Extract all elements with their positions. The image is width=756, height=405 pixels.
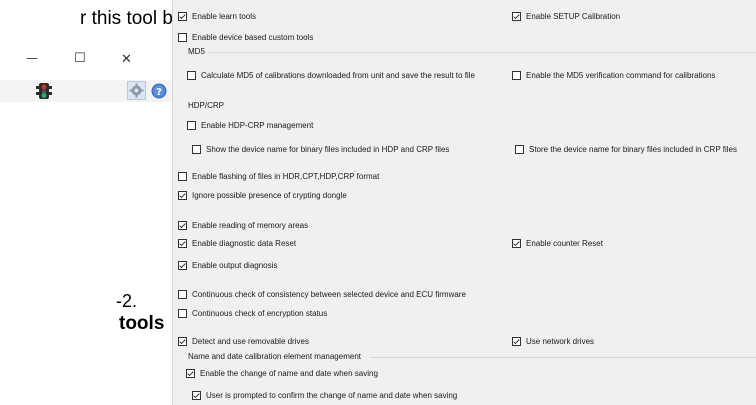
option-label: Ignore possible presence of crypting don…	[192, 190, 347, 200]
show-device-name-checkbox[interactable]	[192, 144, 201, 154]
user-prompted-checkbox[interactable]	[192, 390, 201, 400]
enable-output-diag-checkbox[interactable]	[178, 260, 187, 270]
document-text-line-3: tools	[119, 313, 165, 334]
svg-text:?: ?	[156, 87, 162, 98]
option-label: Show the device name for binary files in…	[206, 144, 450, 154]
option-enable-diag-reset[interactable]: Enable diagnostic data Reset	[178, 237, 296, 249]
option-label: Enable device based custom tools	[192, 32, 314, 42]
document-text-line-2: -2.	[116, 291, 138, 311]
calc-md5-checkbox[interactable]	[187, 70, 196, 80]
maximize-button[interactable]: ☐	[74, 51, 86, 66]
option-label: Use network drives	[526, 336, 595, 346]
group-label-md5: MD5	[188, 47, 205, 56]
option-show-device-name[interactable]: Show the device name for binary files in…	[192, 143, 449, 155]
enable-learn-tools-checkbox[interactable]	[178, 11, 187, 21]
option-label: Enable the change of name and date when …	[200, 368, 378, 378]
option-label: Calculate MD5 of calibrations downloaded…	[201, 70, 475, 80]
option-enable-hdp-crp[interactable]: Enable HDP-CRP management	[187, 119, 313, 131]
option-label: Enable HDP-CRP management	[201, 120, 314, 130]
detect-removable-checkbox[interactable]	[178, 336, 187, 346]
option-label: Detect and use removable drives	[192, 336, 309, 346]
minimize-button[interactable]: —	[26, 51, 38, 65]
option-continuous-consistency[interactable]: Continuous check of consistency between …	[178, 288, 466, 300]
option-label: Enable reading of memory areas	[192, 220, 309, 230]
option-enable-change-name-date[interactable]: Enable the change of name and date when …	[186, 367, 378, 379]
option-store-device-name[interactable]: Store the device name for binary files i…	[515, 143, 737, 155]
close-button[interactable]: ✕	[121, 52, 132, 67]
continuous-encryption-checkbox[interactable]	[178, 308, 187, 318]
option-continuous-encryption[interactable]: Continuous check of encryption status	[178, 307, 327, 319]
document-text-line-1: r this tool by	[80, 8, 183, 29]
ignore-dongle-checkbox[interactable]	[178, 190, 187, 200]
group-label-name-date: Name and date calibration element manage…	[188, 352, 361, 361]
option-md5-verification[interactable]: Enable the MD5 verification command for …	[512, 69, 715, 81]
settings-panel: Enable learn tools Enable SETUP Calibrat…	[172, 0, 756, 405]
md5-verification-checkbox[interactable]	[512, 70, 521, 80]
option-enable-output-diag[interactable]: Enable output diagnosis	[178, 259, 277, 271]
option-enable-device-custom-tools[interactable]: Enable device based custom tools	[178, 31, 313, 43]
enable-counter-reset-checkbox[interactable]	[512, 238, 521, 248]
enable-device-custom-tools-checkbox[interactable]	[178, 32, 187, 42]
help-icon[interactable]: ?	[151, 83, 167, 99]
store-device-name-checkbox[interactable]	[515, 144, 524, 154]
option-label: Continuous check of consistency between …	[192, 289, 466, 299]
option-label: Continuous check of encryption status	[192, 308, 328, 318]
option-label: Enable SETUP Calibration	[526, 11, 621, 21]
enable-setup-calibration-checkbox[interactable]	[512, 11, 521, 21]
group-label-hdp-crp: HDP/CRP	[188, 101, 225, 110]
option-label: Enable counter Reset	[526, 238, 603, 248]
option-enable-counter-reset[interactable]: Enable counter Reset	[512, 237, 603, 249]
group-divider	[370, 357, 756, 358]
gear-icon	[129, 83, 144, 98]
background-document: r this tool by — ☐ ✕ ? -2. tools	[0, 0, 182, 405]
continuous-consistency-checkbox[interactable]	[178, 289, 187, 299]
group-divider	[208, 52, 756, 53]
option-ignore-dongle[interactable]: Ignore possible presence of crypting don…	[178, 189, 347, 201]
enable-flashing-checkbox[interactable]	[178, 171, 187, 181]
option-label: Enable output diagnosis	[192, 260, 278, 270]
option-user-prompted[interactable]: User is prompted to confirm the change o…	[192, 389, 457, 401]
option-enable-flashing[interactable]: Enable flashing of files in HDR,CPT,HDP,…	[178, 170, 379, 182]
option-label: Enable the MD5 verification command for …	[526, 70, 716, 80]
gear-icon-button[interactable]	[127, 81, 146, 100]
option-enable-learn-tools[interactable]: Enable learn tools	[178, 10, 256, 22]
toolbar: ?	[0, 80, 172, 102]
enable-reading-memory-checkbox[interactable]	[178, 220, 187, 230]
option-use-network[interactable]: Use network drives	[512, 335, 594, 347]
option-label: Enable flashing of files in HDR,CPT,HDP,…	[192, 171, 380, 181]
option-enable-setup-calibration[interactable]: Enable SETUP Calibration	[512, 10, 620, 22]
option-label: Enable learn tools	[192, 11, 257, 21]
option-label: User is prompted to confirm the change o…	[206, 390, 458, 400]
traffic-light-icon[interactable]	[36, 82, 52, 100]
use-network-checkbox[interactable]	[512, 336, 521, 346]
enable-diag-reset-checkbox[interactable]	[178, 238, 187, 248]
option-detect-removable[interactable]: Detect and use removable drives	[178, 335, 309, 347]
option-label: Store the device name for binary files i…	[529, 144, 737, 154]
option-enable-reading-memory[interactable]: Enable reading of memory areas	[178, 219, 308, 231]
enable-change-name-date-checkbox[interactable]	[186, 368, 195, 378]
option-label: Enable diagnostic data Reset	[192, 238, 297, 248]
option-calc-md5[interactable]: Calculate MD5 of calibrations downloaded…	[187, 69, 475, 81]
enable-hdp-crp-checkbox[interactable]	[187, 120, 196, 130]
